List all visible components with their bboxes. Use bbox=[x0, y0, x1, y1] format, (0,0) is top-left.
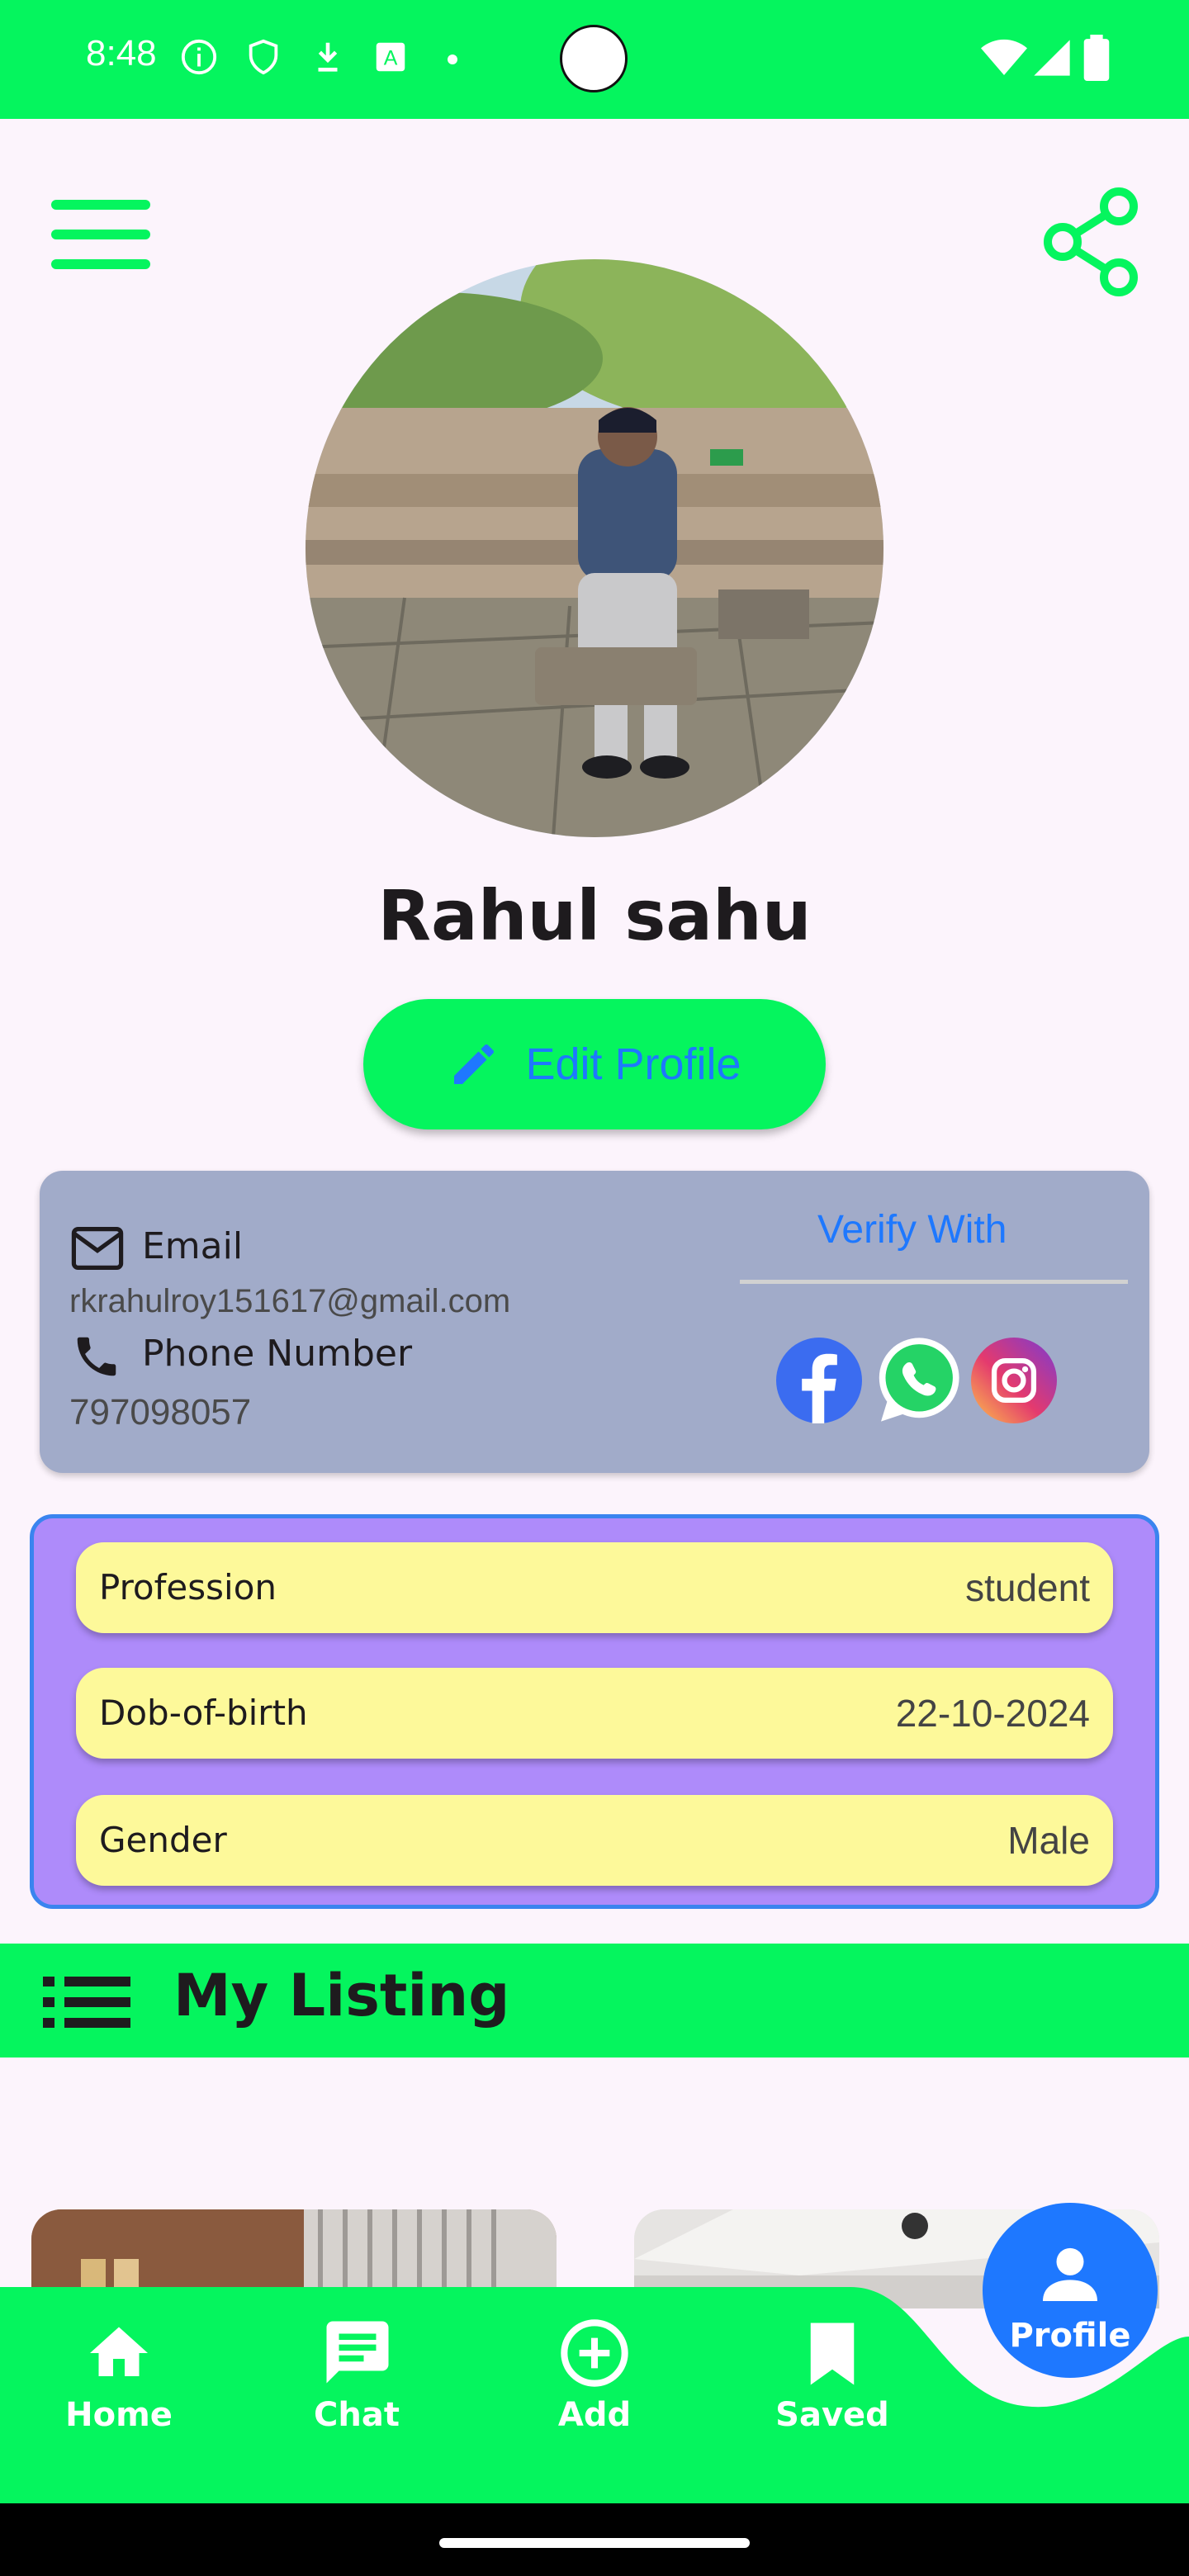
status-time: 8:48 bbox=[86, 33, 157, 73]
detail-key: Dob-of-birth bbox=[99, 1693, 308, 1733]
home-icon bbox=[90, 2327, 148, 2376]
phone-value: 797098057 bbox=[69, 1392, 252, 1432]
chat-icon bbox=[326, 2321, 389, 2384]
person-icon bbox=[1043, 2247, 1097, 2301]
profile-avatar[interactable] bbox=[306, 259, 883, 837]
nav-saved[interactable]: Saved bbox=[750, 2312, 915, 2444]
detail-row-profession: Profession student bbox=[76, 1542, 1113, 1633]
verify-with-title: Verify With bbox=[817, 1208, 1007, 1252]
notification-dot bbox=[448, 54, 457, 64]
list-icon bbox=[43, 1977, 130, 2028]
phone-label: Phone Number bbox=[142, 1333, 413, 1375]
instagram-icon[interactable] bbox=[971, 1338, 1057, 1423]
font-a-icon: A bbox=[376, 42, 405, 72]
info-icon bbox=[181, 39, 217, 75]
detail-value: Male bbox=[1007, 1819, 1090, 1862]
home-gesture-pill[interactable] bbox=[439, 2538, 750, 2548]
nav-saved-label: Saved bbox=[775, 2396, 889, 2434]
email-label: Email bbox=[142, 1225, 244, 1267]
nav-profile-label: Profile bbox=[1009, 2317, 1131, 2355]
nav-chat[interactable]: Chat bbox=[274, 2312, 439, 2444]
detail-key: Profession bbox=[99, 1567, 277, 1608]
svg-text:A: A bbox=[384, 47, 398, 70]
shield-icon bbox=[249, 39, 278, 75]
nav-chat-label: Chat bbox=[314, 2396, 400, 2434]
phone-icon bbox=[77, 1337, 116, 1376]
pencil-icon bbox=[454, 1044, 495, 1084]
camera-cutout bbox=[560, 25, 628, 92]
edit-profile-button[interactable]: Edit Profile bbox=[363, 999, 826, 1129]
nav-home[interactable]: Home bbox=[36, 2312, 201, 2444]
detail-row-dob: Dob-of-birth 22-10-2024 bbox=[76, 1668, 1113, 1759]
email-value: rkrahulroy151617@gmail.com bbox=[69, 1283, 511, 1319]
edit-profile-label: Edit Profile bbox=[525, 1039, 741, 1089]
download-icon bbox=[318, 42, 338, 72]
detail-value: 22-10-2024 bbox=[895, 1692, 1090, 1735]
add-circle-icon bbox=[561, 2319, 628, 2387]
whatsapp-icon[interactable] bbox=[872, 1334, 963, 1425]
menu-icon[interactable] bbox=[51, 197, 152, 271]
nav-add-label: Add bbox=[557, 2396, 632, 2434]
nav-home-label: Home bbox=[65, 2396, 173, 2434]
mail-icon bbox=[71, 1227, 124, 1270]
cellular-signal-icon bbox=[1034, 40, 1070, 76]
detail-key: Gender bbox=[99, 1820, 227, 1860]
verify-divider bbox=[740, 1280, 1128, 1284]
wifi-icon bbox=[981, 39, 1027, 75]
battery-icon bbox=[1083, 35, 1110, 81]
nav-add[interactable]: Add bbox=[512, 2312, 677, 2444]
listing-title: My Listing bbox=[173, 1962, 510, 2029]
nav-profile-button[interactable]: Profile bbox=[983, 2203, 1158, 2378]
facebook-icon[interactable] bbox=[776, 1338, 862, 1423]
bookmark-icon bbox=[810, 2323, 855, 2385]
detail-value: student bbox=[965, 1566, 1090, 1609]
profile-name: Rahul sahu bbox=[377, 875, 812, 956]
detail-row-gender: Gender Male bbox=[76, 1795, 1113, 1886]
share-icon[interactable] bbox=[1039, 187, 1143, 297]
